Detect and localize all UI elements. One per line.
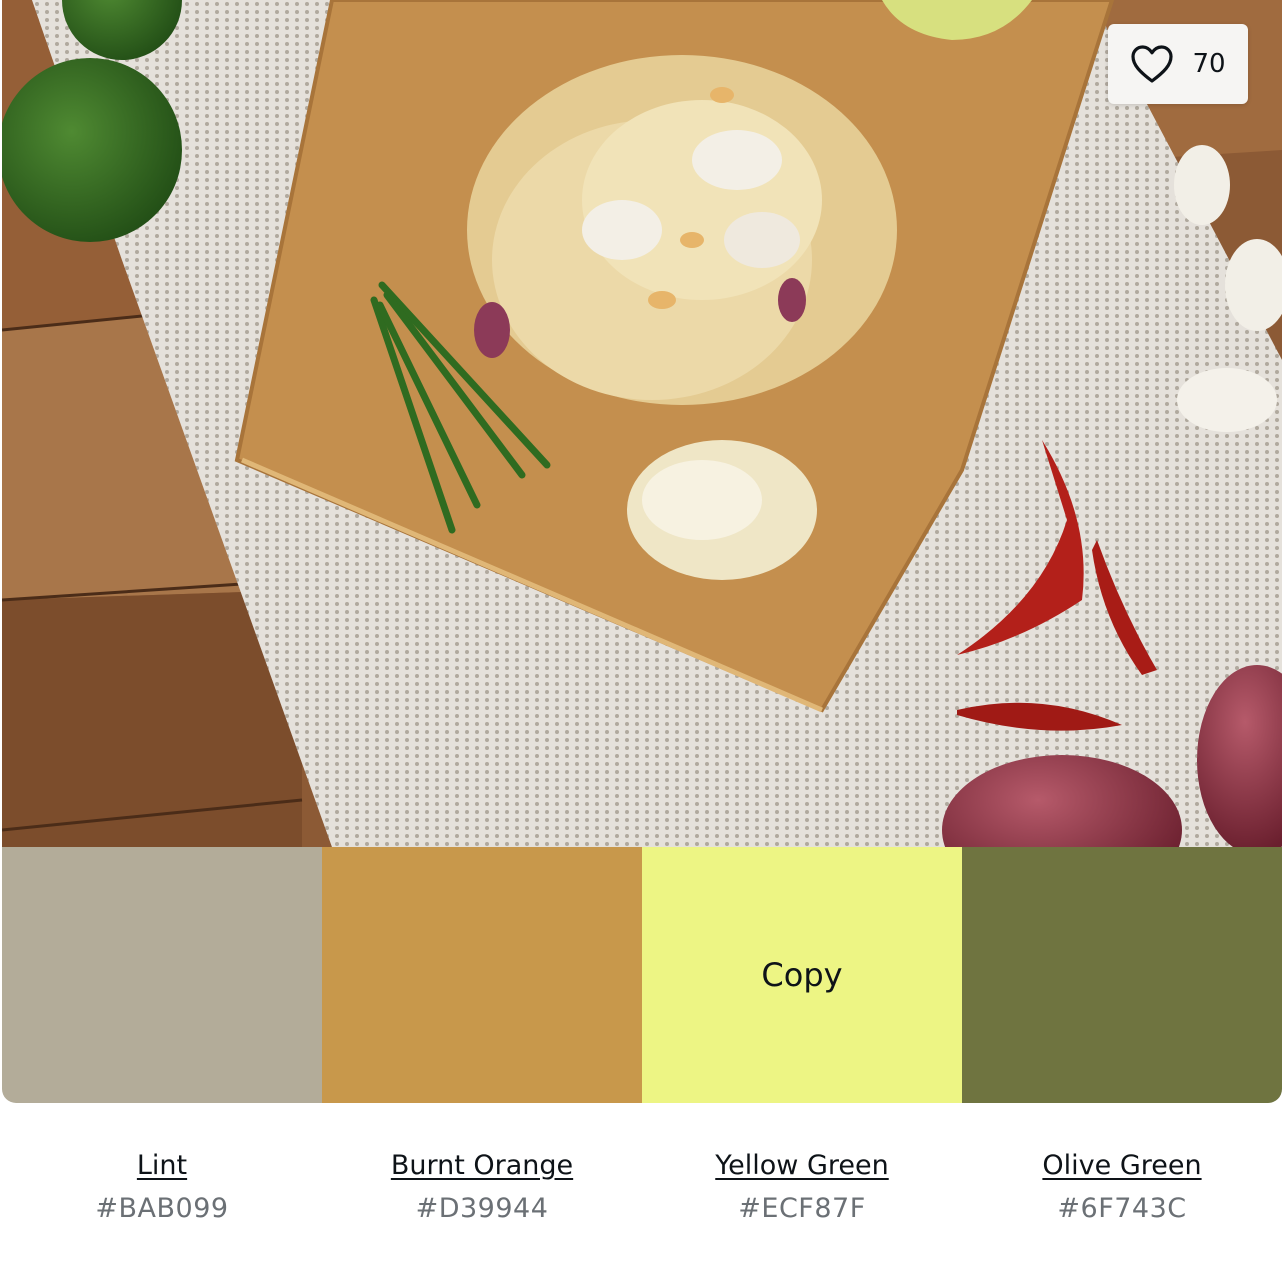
color-name-link[interactable]: Burnt Orange bbox=[391, 1150, 573, 1181]
swatch-label-olive-green: Olive Green #6F743C bbox=[962, 1150, 1282, 1224]
swatch-burnt-orange[interactable] bbox=[322, 847, 642, 1103]
copy-label: Copy bbox=[761, 956, 843, 994]
swatch-yellow-green[interactable]: Copy bbox=[642, 847, 962, 1103]
palette-card: Copy bbox=[2, 0, 1282, 1103]
swatch-olive-green[interactable] bbox=[962, 847, 1282, 1103]
swatch-labels: Lint #BAB099 Burnt Orange #D39944 Yellow… bbox=[2, 1150, 1282, 1224]
color-hex: #D39944 bbox=[415, 1193, 549, 1224]
food-photo-image bbox=[2, 0, 1282, 847]
color-name-link[interactable]: Lint bbox=[137, 1150, 187, 1181]
swatch-label-lint: Lint #BAB099 bbox=[2, 1150, 322, 1224]
color-hex: #6F743C bbox=[1057, 1193, 1187, 1224]
heart-icon bbox=[1131, 45, 1174, 83]
like-button[interactable]: 70 bbox=[1108, 24, 1248, 104]
swatch-label-yellow-green: Yellow Green #ECF87F bbox=[642, 1150, 962, 1224]
color-name-link[interactable]: Olive Green bbox=[1042, 1150, 1201, 1181]
color-hex: #BAB099 bbox=[95, 1193, 229, 1224]
swatch-label-burnt-orange: Burnt Orange #D39944 bbox=[322, 1150, 642, 1224]
color-hex: #ECF87F bbox=[738, 1193, 866, 1224]
swatch-lint[interactable] bbox=[2, 847, 322, 1103]
color-name-link[interactable]: Yellow Green bbox=[715, 1150, 888, 1181]
food-photo bbox=[2, 0, 1282, 847]
like-count: 70 bbox=[1192, 49, 1226, 79]
swatch-row: Copy bbox=[2, 847, 1282, 1103]
